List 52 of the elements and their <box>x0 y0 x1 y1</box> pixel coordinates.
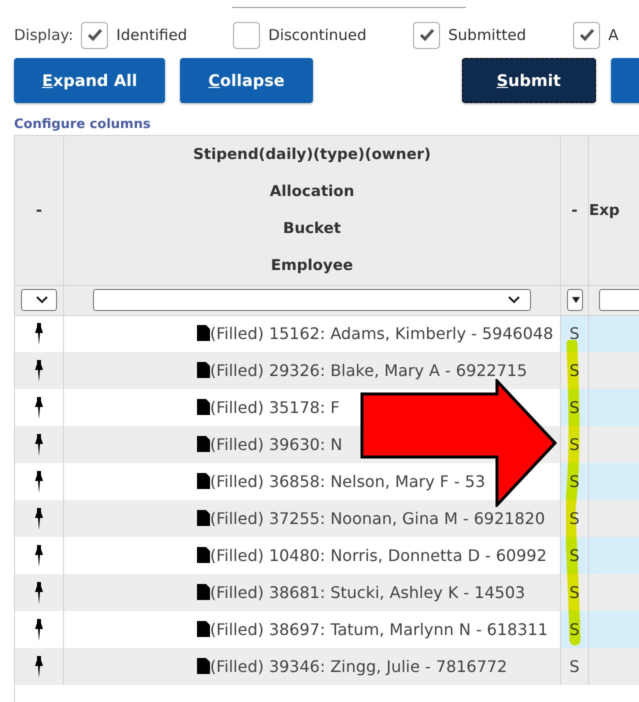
document-icon <box>197 398 210 414</box>
checkbox-label[interactable]: Identified <box>116 24 188 46</box>
document-icon <box>197 584 210 600</box>
button[interactable]: Collapse <box>180 58 313 103</box>
document-icon <box>197 472 210 488</box>
checkbox-label[interactable]: Submitted <box>448 24 526 46</box>
caret-icon <box>508 296 520 304</box>
caret-icon <box>36 296 48 304</box>
status-text: S <box>569 620 580 638</box>
employee-text: (Filled) 39630: N <box>210 434 342 454</box>
document-icon <box>197 362 210 378</box>
employee-text: (Filled) 38697: Tatum, Marlynn N - 618311 <box>210 620 548 638</box>
status-text: S <box>569 434 580 454</box>
checkmark-icon <box>418 28 435 42</box>
checkbox[interactable] <box>573 22 600 48</box>
document-icon <box>197 436 210 452</box>
checkbox[interactable] <box>233 22 260 48</box>
button[interactable]: Submit <box>462 58 596 103</box>
document-icon <box>197 546 210 562</box>
display-label: Display: <box>14 24 74 46</box>
employee-text: (Filled) 15162: Adams, Kimberly - 5946048 <box>210 324 554 343</box>
button[interactable]: Expand All <box>14 58 166 103</box>
document-icon <box>197 324 210 341</box>
column-header: - <box>14 135 64 285</box>
employee-text: (Filled) 10480: Norris, Donnetta D - 60992 <box>210 546 547 564</box>
document-icon <box>197 620 210 636</box>
employee-text: (Filled) 37255: Noonan, Gina M - 6921820 <box>210 508 546 528</box>
employee-text: (Filled) 36858: Nelson, Mary F - 53 <box>210 472 486 490</box>
checkbox-label[interactable]: A <box>608 24 619 46</box>
checkbox-label[interactable]: Discontinued <box>268 24 367 46</box>
checkmark-icon <box>86 28 103 42</box>
status-text: S <box>569 398 580 416</box>
filter-dropdown[interactable] <box>21 289 57 312</box>
filter-dropdown[interactable] <box>566 289 582 312</box>
column-header: Stipend(daily)(type)(owner) Allocation Bucket Employee <box>64 135 560 285</box>
column-header: - <box>560 135 588 285</box>
configure-columns-link[interactable]: Configure columns <box>14 115 151 134</box>
column-header: Exp <box>588 135 639 285</box>
employee-text: (Filled) 39346: Zingg, Julie - 7816772 <box>210 656 508 676</box>
checkmark-icon <box>578 28 595 42</box>
button[interactable] <box>610 58 639 103</box>
checkbox[interactable] <box>81 22 108 48</box>
caret-icon <box>572 297 580 304</box>
employee-text: (Filled) 38681: Stucki, Ashley K - 14503 <box>210 582 526 602</box>
status-text: S <box>569 324 580 343</box>
employee-text: (Filled) 35178: F <box>210 398 340 416</box>
status-text: S <box>569 656 580 676</box>
employee-text: (Filled) 29326: Blake, Mary A - 6922715 <box>210 360 528 380</box>
status-text: S <box>569 582 580 602</box>
checkbox[interactable] <box>413 22 440 48</box>
document-icon <box>197 658 210 674</box>
document-icon <box>197 510 210 526</box>
